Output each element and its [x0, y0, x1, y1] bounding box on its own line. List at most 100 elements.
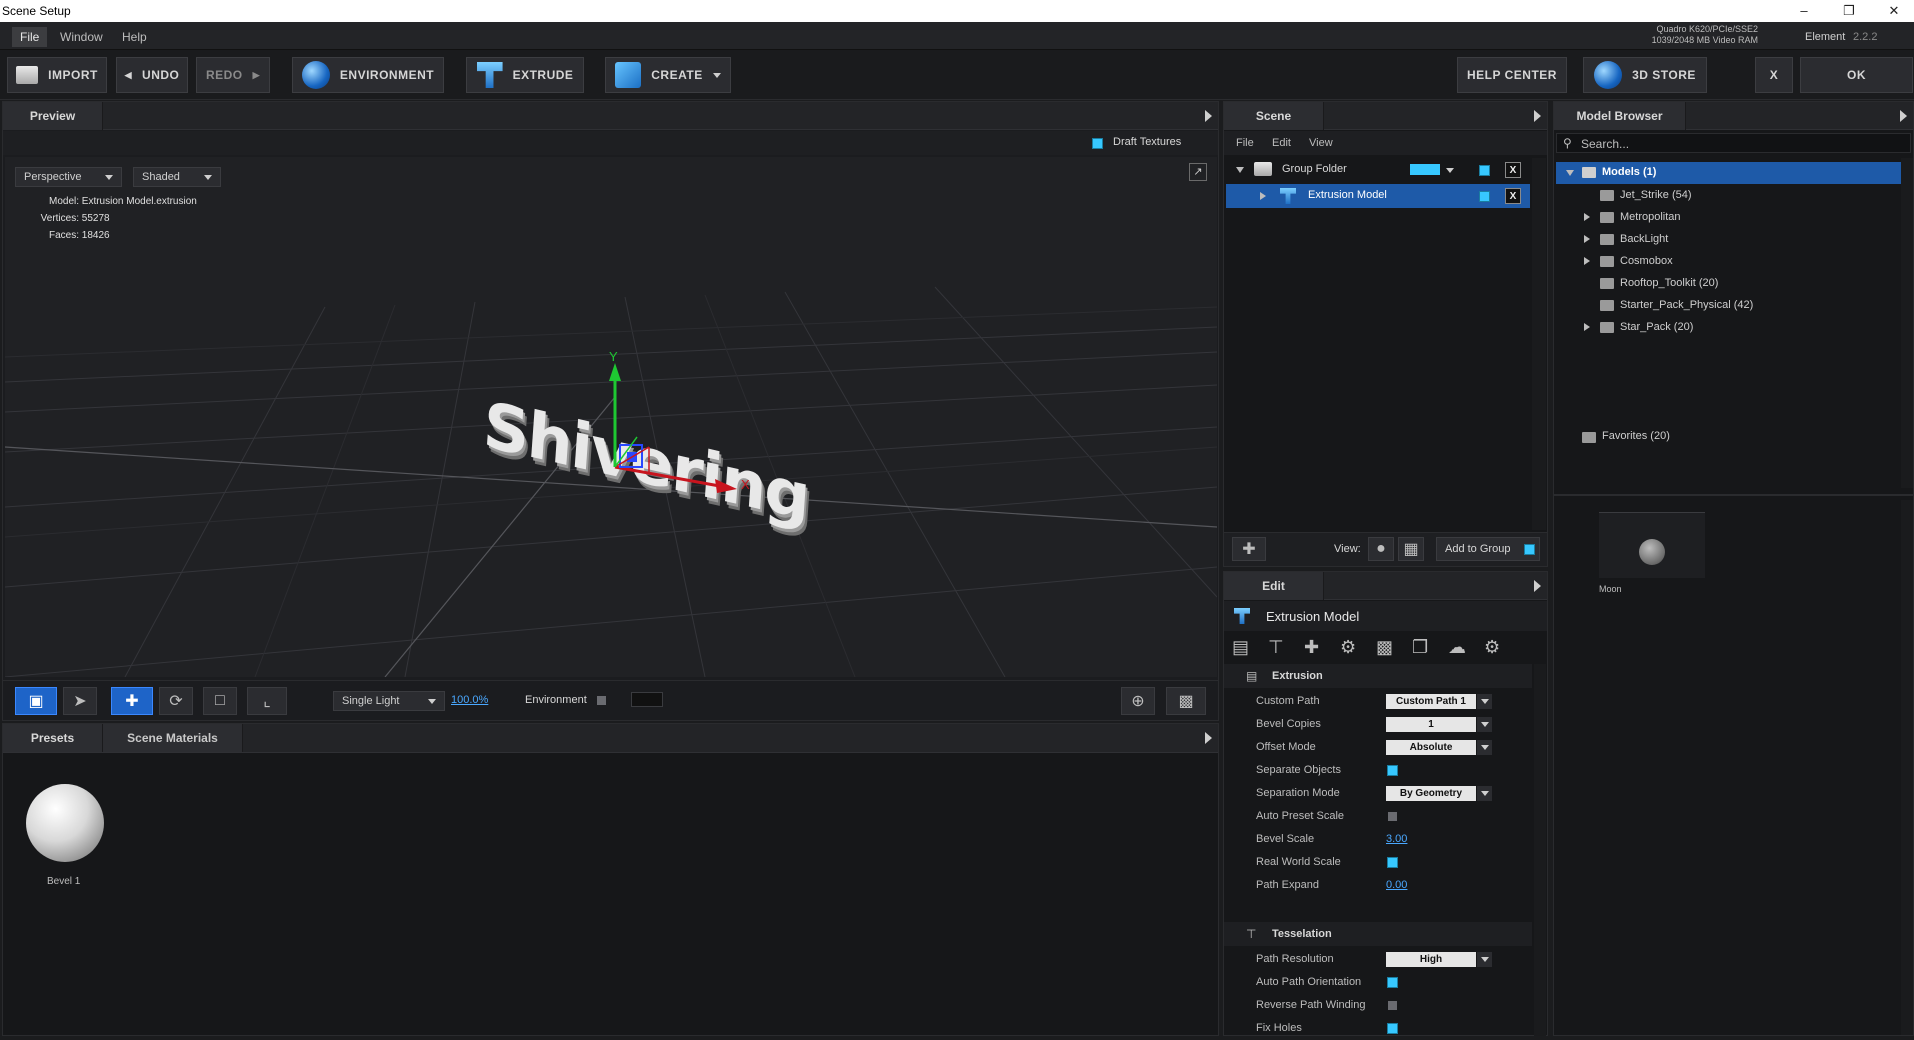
help-center-button[interactable]: HELP CENTER [1457, 57, 1567, 93]
deform-icon[interactable]: ☁ [1448, 637, 1466, 658]
browser-folder-row[interactable]: Starter_Pack_Physical (42) [1556, 294, 1899, 316]
browser-folder-row[interactable]: Jet_Strike (54) [1556, 184, 1899, 206]
browser-folder-row[interactable]: Rooftop_Toolkit (20) [1556, 272, 1899, 294]
gears-icon[interactable]: ⚙ [1340, 637, 1356, 658]
import-button[interactable]: IMPORT [7, 57, 107, 93]
target-icon[interactable]: ⊕ [1121, 687, 1155, 715]
chevron-down-icon[interactable] [1477, 952, 1492, 967]
browser-folder-row[interactable]: Star_Pack (20) [1556, 316, 1899, 338]
chevron-down-icon[interactable] [1446, 168, 1454, 173]
draft-textures-checkbox[interactable] [1093, 139, 1102, 148]
scene-menu-edit[interactable]: Edit [1272, 137, 1291, 149]
new-folder-icon[interactable]: ✚ [1232, 537, 1266, 561]
browser-tree-scrollbar[interactable] [1901, 158, 1913, 488]
browser-root-row[interactable]: Models (1) [1556, 162, 1901, 184]
section-extrusion[interactable]: ▤ Extrusion [1224, 664, 1532, 688]
model-delete-button[interactable]: X [1505, 188, 1521, 204]
thumbnail-moon[interactable] [1599, 512, 1705, 578]
section-tesselation[interactable]: ⊤ Tesselation [1224, 922, 1532, 946]
browser-folder-row[interactable]: BackLight [1556, 228, 1899, 250]
scene-menu-file[interactable]: File [1236, 137, 1254, 149]
browser-search[interactable]: ⚲ Search... [1556, 133, 1911, 153]
chevron-down-icon[interactable] [1477, 717, 1492, 732]
browser-thumbs-scrollbar[interactable] [1901, 500, 1913, 1035]
browser-favorites-row[interactable]: Favorites (20) [1556, 426, 1901, 448]
environment-color-swatch[interactable] [631, 692, 663, 707]
add-to-group-button[interactable]: Add to Group [1436, 537, 1540, 561]
prop-number[interactable]: 3.00 [1386, 833, 1407, 845]
view-grid-icon[interactable]: ▦ [1398, 537, 1424, 561]
prop-number[interactable]: 0.00 [1386, 879, 1407, 891]
minimize-icon[interactable]: – [1794, 2, 1814, 20]
scene-scrollbar[interactable] [1532, 158, 1546, 530]
camera-tool-icon[interactable]: ▣ [15, 687, 57, 715]
edit-scrollbar[interactable] [1534, 664, 1546, 1036]
extrude-button[interactable]: EXTRUDE [466, 57, 584, 93]
cancel-button[interactable]: X [1755, 57, 1793, 93]
expand-icon[interactable] [1584, 257, 1590, 265]
move-arrows-icon[interactable]: ✚ [1304, 637, 1319, 658]
browser-folder-row[interactable]: Metropolitan [1556, 206, 1899, 228]
restore-icon[interactable]: ❐ [1839, 2, 1859, 20]
expand-icon[interactable] [1260, 192, 1266, 200]
tab-edit[interactable]: Edit [1224, 572, 1324, 600]
prop-dropdown[interactable]: Custom Path 1 [1386, 694, 1476, 709]
prop-checkbox[interactable] [1388, 812, 1397, 821]
tab-preview[interactable]: Preview [3, 102, 103, 130]
expand-icon[interactable] [1584, 323, 1590, 331]
expand-icon[interactable] [1584, 213, 1590, 221]
light-dropdown[interactable]: Single Light [333, 691, 445, 711]
menu-help[interactable]: Help [114, 27, 155, 47]
prop-checkbox[interactable] [1388, 858, 1397, 867]
shading-dropdown[interactable]: Shaded [133, 167, 221, 187]
collapse-arrow-icon[interactable] [1534, 580, 1541, 592]
scene-menu-view[interactable]: View [1309, 137, 1333, 149]
viewport[interactable]: Shivering Y X Perspective Shaded ↗ Model… [5, 157, 1217, 677]
tab-scene[interactable]: Scene [1224, 102, 1324, 130]
layers-icon[interactable]: ▤ [1232, 637, 1249, 658]
prop-checkbox[interactable] [1388, 1024, 1397, 1033]
scene-model-row[interactable]: Extrusion Model X [1226, 184, 1530, 208]
expand-icon[interactable] [1236, 167, 1244, 173]
model-visible-checkbox[interactable] [1480, 192, 1489, 201]
collapse-arrow-icon[interactable] [1900, 110, 1907, 122]
chevron-down-icon[interactable] [1477, 740, 1492, 755]
menu-window[interactable]: Window [52, 27, 111, 47]
prop-checkbox[interactable] [1388, 766, 1397, 775]
axis-tool-icon[interactable]: ⌞ [247, 687, 287, 715]
prop-dropdown[interactable]: By Geometry [1386, 786, 1476, 801]
collapse-arrow-icon[interactable] [1205, 110, 1212, 122]
menu-file[interactable]: File [12, 27, 48, 47]
display-icon[interactable]: ▩ [1166, 687, 1206, 715]
close-window-icon[interactable]: ✕ [1884, 2, 1904, 20]
tab-model-browser[interactable]: Model Browser [1554, 102, 1686, 130]
copies-icon[interactable]: ❐ [1412, 637, 1428, 658]
camera-mode-dropdown[interactable]: Perspective [15, 167, 122, 187]
browser-folder-row[interactable]: Cosmobox [1556, 250, 1899, 272]
zoom-value[interactable]: 100.0% [451, 694, 488, 706]
prop-checkbox[interactable] [1388, 978, 1397, 987]
expand-icon[interactable] [1584, 235, 1590, 243]
maximize-icon[interactable]: ↗ [1189, 163, 1207, 181]
prop-dropdown[interactable]: High [1386, 952, 1476, 967]
3d-store-button[interactable]: 3D STORE [1583, 57, 1707, 93]
create-button[interactable]: CREATE [605, 57, 731, 93]
tab-scene-materials[interactable]: Scene Materials [103, 724, 243, 752]
prop-dropdown[interactable]: 1 [1386, 717, 1476, 732]
prop-dropdown[interactable]: Absolute [1386, 740, 1476, 755]
chevron-down-icon[interactable] [1477, 694, 1492, 709]
prop-checkbox[interactable] [1388, 1001, 1397, 1010]
chevron-down-icon[interactable] [1477, 786, 1492, 801]
collapse-arrow-icon[interactable] [1534, 110, 1541, 122]
environment-button[interactable]: ENVIRONMENT [292, 57, 444, 93]
settings-gear-icon[interactable]: ⚙ [1484, 637, 1500, 658]
redo-button[interactable]: REDO ▶ [196, 57, 270, 93]
move-tool-icon[interactable]: ✚ [111, 687, 153, 715]
transform-gizmo[interactable] [565, 347, 765, 497]
scale-tool-icon[interactable]: □ [203, 687, 237, 715]
group-delete-button[interactable]: X [1505, 162, 1521, 178]
tab-presets[interactable]: Presets [3, 724, 103, 752]
rotate-tool-icon[interactable]: ⟳ [159, 687, 193, 715]
group-color-swatch[interactable] [1410, 164, 1440, 175]
checker-icon[interactable]: ▩ [1376, 637, 1393, 658]
